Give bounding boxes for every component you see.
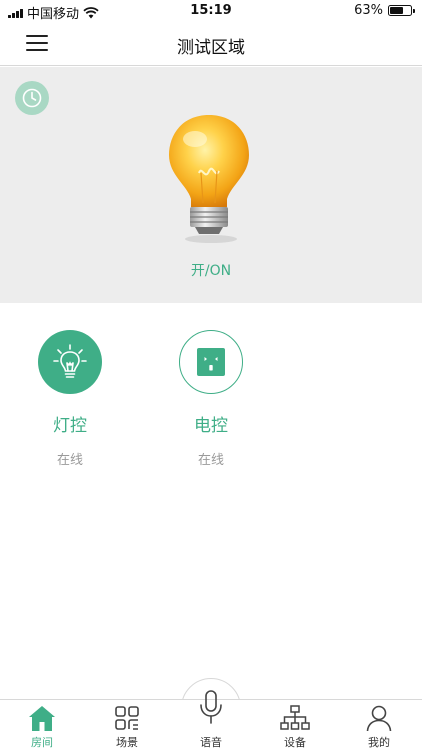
device-name: 灯控 [53,416,87,436]
battery-icon [388,5,415,16]
scene-grid-icon [115,706,139,730]
nav-item-voice[interactable]: 语音 [181,689,241,750]
power-status-label: 开/ON [190,263,232,279]
battery-percent: 63% [354,3,383,18]
status-right: 63% [354,3,415,18]
status-bar: 中国移动 15:19 63% [0,0,422,22]
nav-label: 房间 [31,736,53,749]
nav-item-scenes[interactable]: 场景 [97,704,157,750]
header: 测试区域 [0,22,422,66]
nav-item-profile[interactable]: 我的 [349,704,409,750]
page-title: 测试区域 [177,38,245,58]
nav-label: 场景 [116,736,138,749]
nav-label: 我的 [368,736,390,749]
device-name: 电控 [194,416,228,436]
device-light-control[interactable]: 灯控 在线 [37,330,103,468]
nav-label: 设备 [284,736,306,749]
battery-fill [390,7,403,14]
device-power-control[interactable]: 电控 在线 [178,330,244,468]
nav-item-rooms[interactable]: 房间 [12,704,72,750]
microphone-icon [200,690,222,724]
nav-label: 语音 [200,736,222,749]
light-bulb-icon[interactable] [38,330,102,394]
hero-panel: 开/ON [0,67,422,303]
house-icon [29,706,55,731]
device-tree-icon [280,705,310,730]
clock-icon[interactable] [15,81,49,115]
user-icon [366,705,392,732]
power-socket-icon[interactable] [179,330,243,394]
device-status: 在线 [197,453,224,468]
light-bulb-image[interactable] [157,113,261,247]
nav-item-devices[interactable]: 设备 [265,704,325,750]
device-status: 在线 [56,453,83,468]
